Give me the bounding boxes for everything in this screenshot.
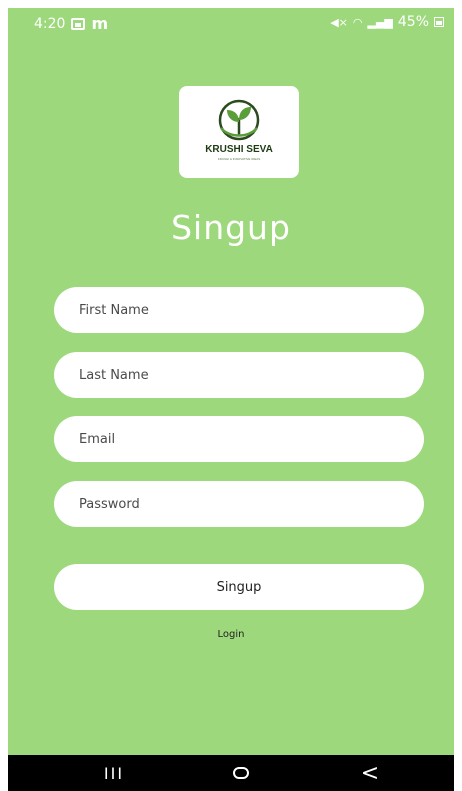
sprout-icon	[218, 99, 260, 141]
home-button[interactable]	[211, 755, 271, 791]
last-name-field-container	[54, 352, 424, 398]
battery-icon	[434, 17, 444, 27]
page-title: Singup	[171, 208, 291, 247]
navigation-bar: III <	[8, 755, 454, 791]
last-name-field[interactable]	[54, 352, 424, 398]
status-left: 4:20 m	[34, 14, 108, 33]
status-time: 4:20	[34, 15, 66, 32]
mute-icon: ◀×	[330, 15, 348, 29]
logo-tagline: KRUSHI & INNOVATIVE IDEAS	[217, 157, 261, 161]
home-icon	[233, 767, 249, 779]
password-field-container	[54, 481, 424, 527]
wifi-icon: ◠	[352, 15, 363, 29]
recents-icon: III	[103, 763, 125, 783]
m-icon: m	[91, 14, 109, 33]
battery-percent: 45%	[397, 14, 429, 30]
logo-title: KRUSHI SEVA	[205, 144, 273, 155]
app-logo: KRUSHI SEVA KRUSHI & INNOVATIVE IDEAS	[179, 86, 299, 178]
first-name-field-container	[54, 287, 424, 333]
login-link[interactable]: Login	[8, 629, 454, 640]
app-screen: 4:20 m ◀× ◠ ▂▄▆ 45% KRUSHI SEVA KRUSHI &…	[8, 8, 454, 791]
signal-icon: ▂▄▆	[367, 15, 393, 29]
back-icon: <	[360, 760, 380, 786]
gallery-icon	[71, 17, 86, 30]
recents-button[interactable]: III	[84, 755, 144, 791]
status-right: ◀× ◠ ▂▄▆ 45%	[330, 14, 444, 30]
email-field[interactable]	[54, 416, 424, 462]
back-button[interactable]: <	[340, 755, 400, 791]
status-bar: 4:20 m ◀× ◠ ▂▄▆ 45%	[8, 8, 454, 38]
first-name-field[interactable]	[54, 287, 424, 333]
signup-button[interactable]: Singup	[54, 564, 424, 610]
email-field-container	[54, 416, 424, 462]
password-field[interactable]	[54, 481, 424, 527]
